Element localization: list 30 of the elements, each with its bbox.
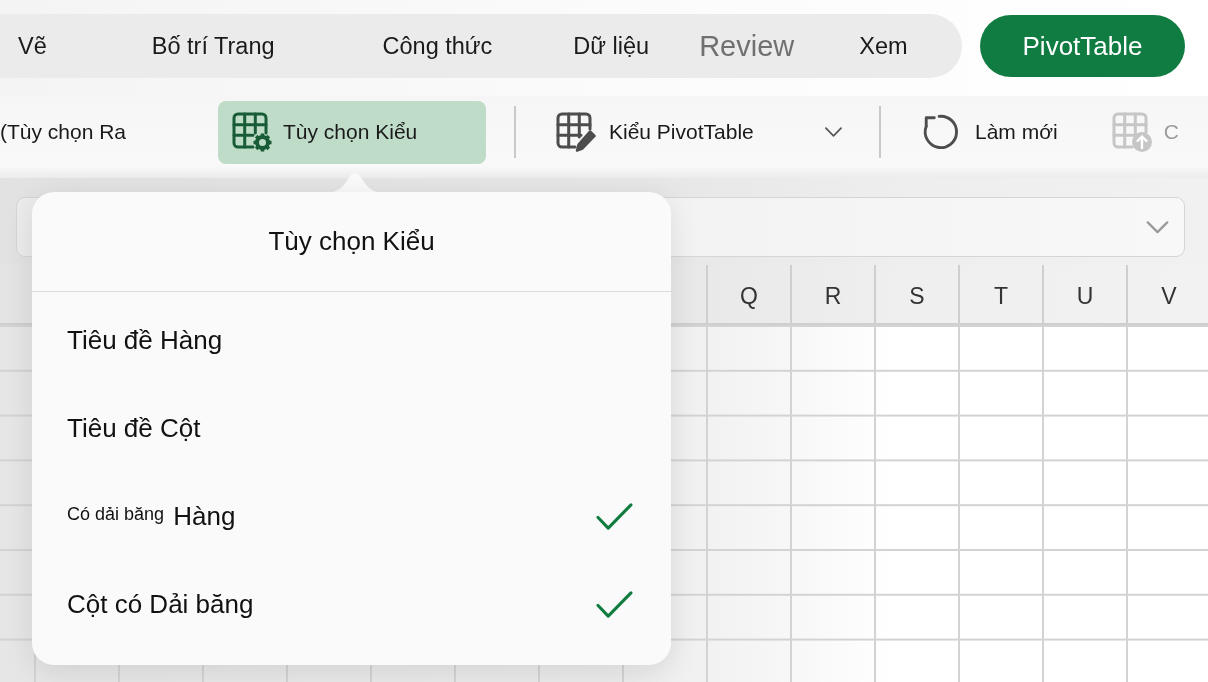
table-arrow-up-icon (1111, 112, 1152, 152)
column-header[interactable]: Q (706, 265, 790, 323)
ribbon-tab[interactable]: Công thức (382, 28, 493, 64)
checkmark-icon (596, 589, 633, 619)
toolbar-button[interactable]: (Tùy chọn Ra (0, 100, 180, 164)
ribbon-tab[interactable]: Review (699, 25, 795, 67)
column-header[interactable]: V (1126, 265, 1208, 323)
column-header[interactable]: R (790, 265, 874, 323)
ribbon-tab[interactable]: PivotTable (980, 15, 1185, 77)
menu-item[interactable]: $^{Có dải băng}$ Hàng (32, 472, 671, 560)
toolbar-button[interactable]: Tùy chọn Kiểu (218, 100, 486, 164)
menu-item[interactable]: Cột có Dải băng (32, 560, 671, 648)
table-gear-icon (232, 112, 272, 152)
refresh-icon (921, 113, 959, 151)
ribbon-tab[interactable]: Bố trí Trang (151, 28, 275, 64)
checkmark-icon (596, 501, 633, 531)
ribbon-tab[interactable]: Dữ liệu (573, 28, 650, 64)
ribbon-tab[interactable]: Vẽ (18, 28, 47, 64)
toolbar-dropdown[interactable]: Kiểu PivotTable (556, 100, 851, 164)
chevron-down-icon (825, 127, 842, 137)
table-pencil-icon (556, 112, 596, 152)
column-header[interactable]: S (874, 265, 958, 323)
menu-item[interactable]: Tiêu đề Cột (32, 384, 671, 472)
column-header[interactable]: U (1042, 265, 1126, 323)
column-header[interactable]: T (958, 265, 1042, 323)
ribbon-tab[interactable]: Xem (859, 28, 908, 64)
chevron-down-icon[interactable] (1146, 220, 1169, 234)
menu-item[interactable]: Tiêu đề Hàng (32, 296, 671, 384)
toolbar-button[interactable]: Làm mới (921, 100, 1058, 164)
popover-title: Tùy chọn Kiểu (268, 226, 435, 257)
